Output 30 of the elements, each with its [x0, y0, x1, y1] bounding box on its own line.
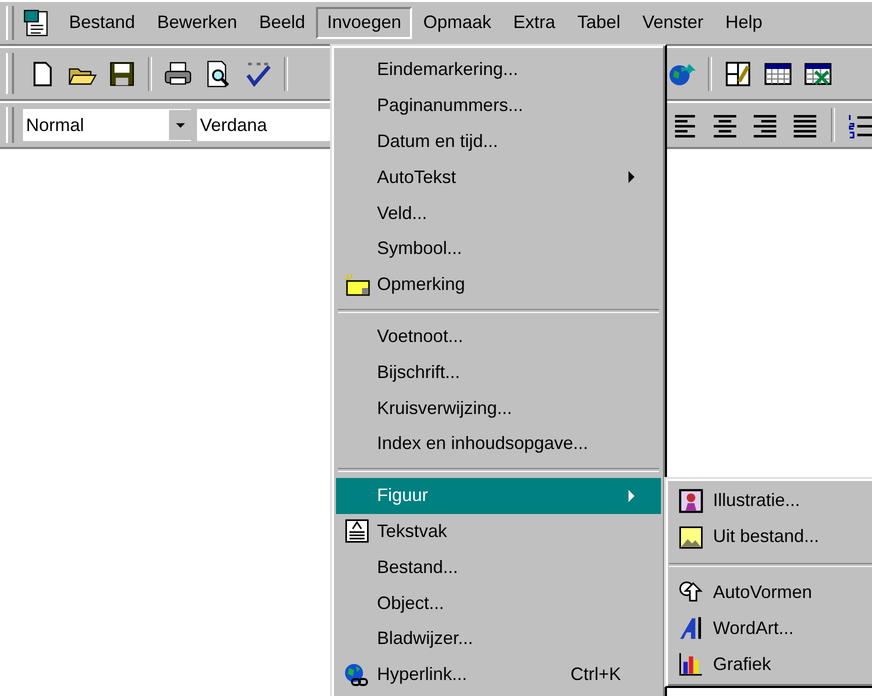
menu-item[interactable]: Veld... [336, 195, 661, 231]
menu-item[interactable]: Kruisverwijzing... [336, 390, 661, 426]
menu-bar-item[interactable]: Opmaak [412, 7, 502, 39]
menu-item[interactable]: Index en inhoudsopgave... [336, 426, 661, 462]
menu-item[interactable]: Tekstvak [336, 514, 661, 550]
menu-bar-item[interactable]: Help [714, 7, 774, 39]
menu-bar-item[interactable]: Extra [502, 7, 566, 39]
menu-bar-item[interactable]: Tabel [566, 7, 632, 39]
menu-item[interactable]: Bijschrift... [336, 354, 661, 390]
menu-item[interactable]: Object... [336, 585, 661, 621]
menu-item[interactable]: Voetnoot... [336, 318, 661, 354]
menu-item[interactable]: Opmerking [336, 266, 661, 303]
menu-item[interactable]: Grafiek [669, 646, 872, 682]
menu-item[interactable]: AutoTekst [336, 159, 661, 196]
menu-item[interactable]: Bladwijzer... [336, 620, 661, 657]
style-dropdown[interactable]: Normal [22, 108, 192, 142]
menu-item[interactable]: AutoVormen [669, 574, 872, 610]
menu-bar-item[interactable]: Bestand [58, 7, 146, 39]
menu-item[interactable]: Uit bestand... [669, 518, 872, 555]
menu-bar-item[interactable]: Invoegen [316, 7, 412, 39]
menu-item[interactable]: Hyperlink... Ctrl+K [336, 656, 661, 693]
menu-item[interactable]: Symbool... [336, 230, 661, 267]
menu-item[interactable]: Illustratie... [669, 483, 872, 519]
menu-bar-item[interactable]: Beeld [248, 7, 316, 39]
menu-item[interactable]: WordArt... [669, 610, 872, 646]
menu-item[interactable]: Eindemarkering... [336, 52, 661, 88]
menu-item[interactable]: Bestand... [336, 549, 661, 586]
menu-bar-item[interactable]: Bewerken [146, 7, 248, 39]
menu-bar-item[interactable]: Venster [631, 7, 714, 39]
menu-item[interactable]: Figuur [336, 478, 661, 514]
